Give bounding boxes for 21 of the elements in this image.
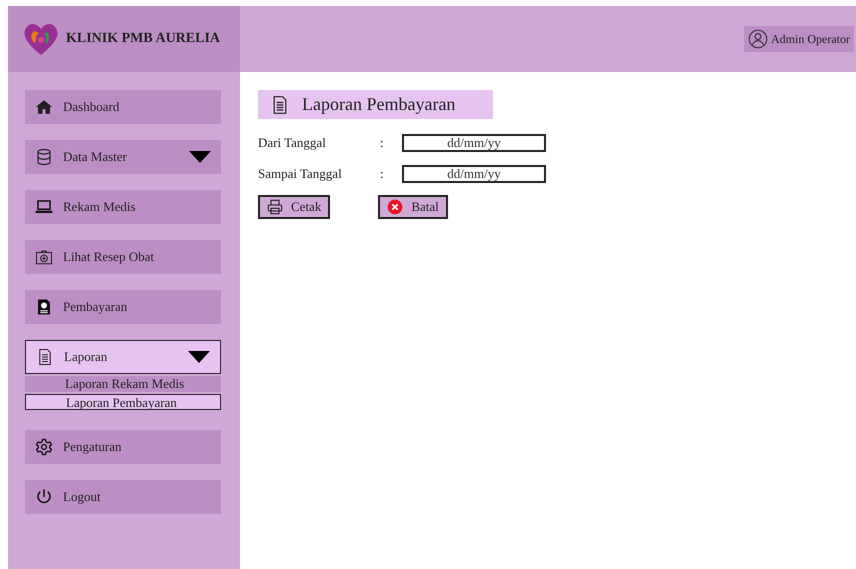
- submenu-item[interactable]: Laporan Pembayaran: [25, 394, 221, 410]
- sidebar-item[interactable]: Data Master: [25, 140, 221, 174]
- page-title: Laporan Pembayaran: [302, 94, 456, 115]
- field-label: Sampai Tanggal: [258, 166, 343, 182]
- field-label: Dari Tanggal: [258, 134, 327, 150]
- brand-name: KLINIK PMB AURELIA: [66, 31, 220, 47]
- print-button[interactable]: Cetak: [258, 194, 330, 218]
- sidebar-item[interactable]: Lihat Resep Obat: [25, 240, 221, 274]
- user-button[interactable]: Admin Operator: [744, 26, 854, 52]
- cancel-button[interactable]: Batal: [378, 194, 448, 218]
- sidebar-item[interactable]: Dashboard: [25, 90, 221, 124]
- colon-separator: :: [380, 166, 385, 182]
- sidebar-item[interactable]: Laporan: [25, 340, 221, 374]
- sidebar-item[interactable]: Pembayaran: [25, 290, 221, 324]
- date-field[interactable]: dd/mm/yy: [402, 134, 546, 152]
- sidebar-item[interactable]: Pengaturan: [25, 430, 221, 464]
- sidebar-item[interactable]: Logout: [25, 480, 221, 514]
- sidebar-item[interactable]: Rekam Medis: [25, 190, 221, 224]
- colon-separator: :: [380, 134, 385, 150]
- submenu-item[interactable]: Laporan Rekam Medis: [25, 376, 221, 392]
- date-field[interactable]: dd/mm/yy: [402, 164, 546, 182]
